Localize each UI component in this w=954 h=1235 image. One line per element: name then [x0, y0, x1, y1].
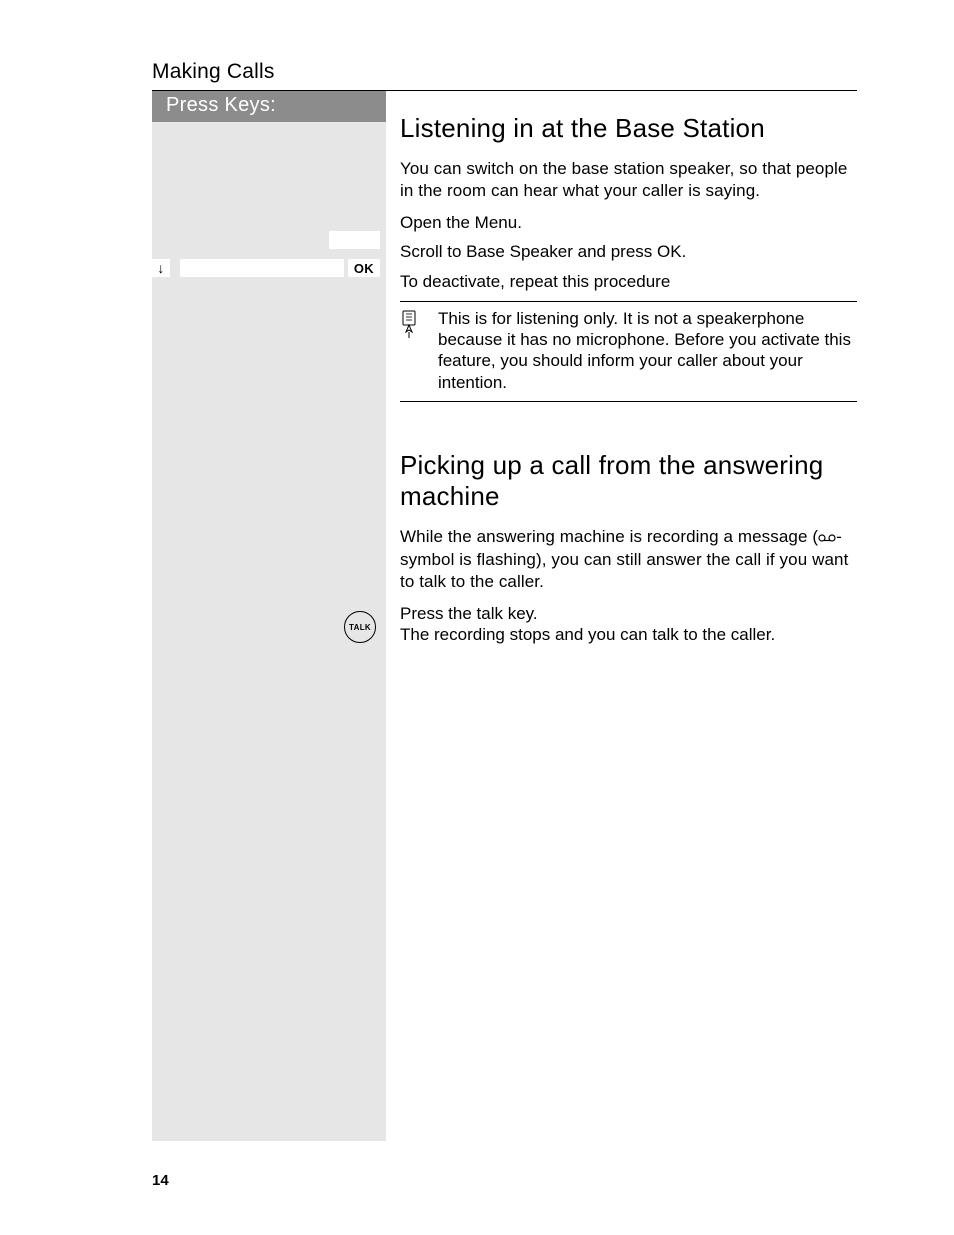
menu-softkey: MENU — [329, 231, 380, 249]
section2-intro: While the answering machine is recording… — [400, 526, 857, 592]
section-heading-pickup: Picking up a call from the answering mac… — [400, 450, 857, 512]
note-text: This is for listening only. It is not a … — [438, 308, 857, 393]
base-speaker-display: Base Speaker — [180, 259, 344, 277]
manual-page: Making Calls Press Keys: MENU ↓ Base Spe… — [0, 0, 954, 1235]
answering-machine-icon — [818, 527, 836, 549]
talk-key-icon: TALK — [344, 611, 376, 643]
page-number: 14 — [152, 1172, 169, 1189]
press-keys-sidebar: Press Keys: MENU ↓ Base Speaker OK TALK — [152, 91, 386, 1141]
down-arrow-key: ↓ — [152, 259, 170, 277]
section-heading-listening: Listening in at the Base Station — [400, 113, 857, 144]
section1-intro: You can switch on the base station speak… — [400, 158, 857, 202]
ok-softkey: OK — [348, 259, 380, 277]
section2-intro-pre: While the answering machine is recording… — [400, 527, 818, 546]
key-row-talk: TALK — [152, 611, 386, 643]
step-scroll-ok: Scroll to Base Speaker and press OK. — [400, 241, 857, 263]
sidebar-title: Press Keys: — [152, 91, 386, 122]
step-open-menu: Open the Menu. — [400, 212, 857, 234]
note-icon — [400, 308, 426, 393]
step-press-talk: Press the talk key. — [400, 603, 857, 625]
key-row-scroll: ↓ Base Speaker OK — [152, 259, 386, 277]
columns: Press Keys: MENU ↓ Base Speaker OK TALK … — [152, 91, 857, 1141]
note-box: This is for listening only. It is not a … — [400, 301, 857, 402]
step-recording-stops: The recording stops and you can talk to … — [400, 624, 857, 646]
key-row-menu: MENU — [152, 231, 386, 249]
content-column: Listening in at the Base Station You can… — [386, 91, 857, 1141]
step-deactivate: To deactivate, repeat this procedure — [400, 271, 857, 293]
chapter-title: Making Calls — [152, 60, 857, 84]
